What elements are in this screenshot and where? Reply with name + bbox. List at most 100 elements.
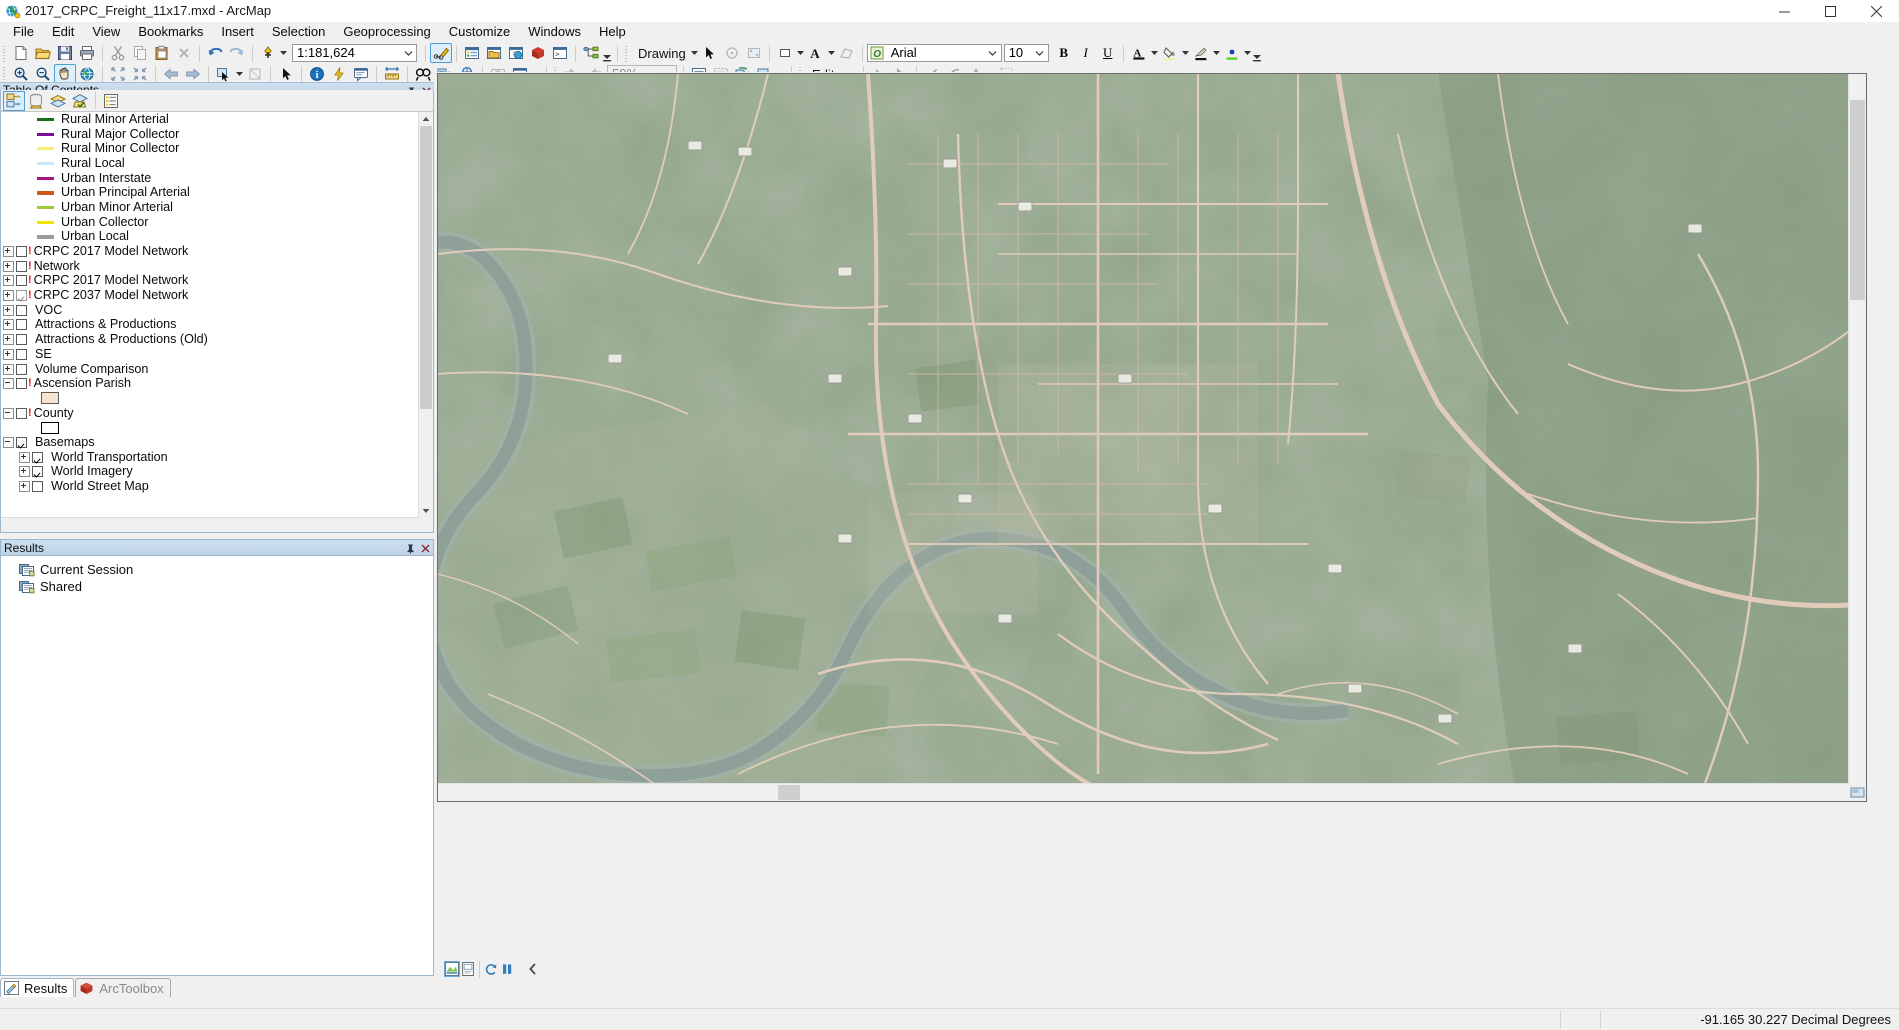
toc-layer-row[interactable]: SE bbox=[1, 347, 419, 362]
drawing-toolbar-grip[interactable] bbox=[623, 44, 630, 62]
toolbar-grip[interactable] bbox=[1, 44, 8, 62]
menu-bookmarks[interactable]: Bookmarks bbox=[129, 22, 212, 42]
select-elements-icon[interactable] bbox=[275, 64, 297, 84]
select-features-dropdown-icon[interactable] bbox=[235, 65, 244, 83]
modelbuilder-icon[interactable] bbox=[580, 43, 602, 63]
toc-layer-row[interactable]: Attractions & Productions (Old) bbox=[1, 332, 419, 347]
expand-icon[interactable] bbox=[3, 334, 14, 346]
toc-layer-row[interactable]: World Imagery bbox=[1, 465, 419, 480]
close-icon[interactable] bbox=[1853, 0, 1899, 22]
edit-vertices-icon[interactable] bbox=[743, 43, 765, 63]
redo-icon[interactable] bbox=[226, 43, 248, 63]
forward-extent-icon[interactable] bbox=[182, 64, 204, 84]
toc-layer-row[interactable]: World Transportation bbox=[1, 450, 419, 465]
toc-layer-row[interactable]: ! County bbox=[1, 406, 419, 421]
open-icon[interactable] bbox=[32, 43, 54, 63]
toc-layer-row[interactable]: Volume Comparison bbox=[1, 362, 419, 377]
toc-horizontal-scrollbar[interactable] bbox=[1, 517, 419, 532]
layer-visibility-checkbox[interactable] bbox=[16, 378, 27, 390]
toc-legend-item[interactable]: Urban Interstate bbox=[1, 171, 419, 186]
tools-toolbar-grip[interactable] bbox=[1, 65, 8, 83]
undo-icon[interactable] bbox=[204, 43, 226, 63]
measure-icon[interactable] bbox=[381, 64, 403, 84]
toc-vertical-scrollbar[interactable] bbox=[418, 112, 433, 518]
toc-layer-tree[interactable]: Rural Minor Arterial Rural Major Collecto… bbox=[1, 112, 419, 518]
catalog-icon[interactable] bbox=[483, 43, 505, 63]
expand-icon[interactable] bbox=[3, 348, 14, 360]
toc-layer-row[interactable]: Basemaps bbox=[1, 435, 419, 450]
paste-icon[interactable] bbox=[151, 43, 173, 63]
zoom-out-icon[interactable] bbox=[32, 64, 54, 84]
drawing-menu-label[interactable]: Drawing bbox=[632, 46, 690, 61]
fill-swatch-dropdown-icon[interactable] bbox=[1181, 44, 1190, 62]
minimize-icon[interactable] bbox=[1761, 0, 1807, 22]
toc-layer-row[interactable]: ! CRPC 2017 Model Network bbox=[1, 274, 419, 289]
overview-window-icon[interactable] bbox=[1849, 784, 1866, 801]
pause-drawing-icon[interactable] bbox=[499, 961, 515, 977]
line-swatch-dropdown-icon[interactable] bbox=[1212, 44, 1221, 62]
fill-color-dropdown-icon[interactable] bbox=[796, 44, 805, 62]
select-features-icon[interactable] bbox=[213, 64, 235, 84]
toc-layer-swatch-row[interactable] bbox=[1, 420, 419, 435]
toc-layer-row[interactable]: Attractions & Productions bbox=[1, 318, 419, 333]
menu-geoprocessing[interactable]: Geoprocessing bbox=[334, 22, 439, 42]
expand-icon[interactable] bbox=[3, 260, 14, 272]
map-hscroll-thumb[interactable] bbox=[778, 785, 800, 800]
font-color-dropdown-icon[interactable] bbox=[827, 44, 836, 62]
expand-icon[interactable] bbox=[3, 290, 14, 302]
add-data-dropdown-icon[interactable] bbox=[279, 44, 288, 62]
scroll-down-icon[interactable] bbox=[419, 504, 433, 518]
toc-legend-item[interactable]: Rural Minor Collector bbox=[1, 141, 419, 156]
layer-visibility-checkbox[interactable] bbox=[16, 407, 27, 419]
cut-icon[interactable] bbox=[107, 43, 129, 63]
tab-arctoolbox[interactable]: ArcToolbox bbox=[75, 978, 171, 997]
toc-legend-item[interactable]: Urban Collector bbox=[1, 215, 419, 230]
toc-layer-row[interactable]: VOC bbox=[1, 303, 419, 318]
fill-color-icon[interactable] bbox=[774, 43, 796, 63]
toc-legend-item[interactable]: Urban Principal Arterial bbox=[1, 185, 419, 200]
toc-legend-item[interactable]: Rural Minor Arterial bbox=[1, 112, 419, 127]
layer-visibility-checkbox[interactable] bbox=[16, 319, 27, 331]
underline-button[interactable]: U bbox=[1097, 43, 1119, 63]
python-window-icon[interactable]: > bbox=[549, 43, 571, 63]
collapse-panel-icon[interactable] bbox=[525, 961, 541, 977]
drawing-toolbar-overflow-icon[interactable] bbox=[1252, 44, 1263, 62]
fixed-zoom-out-icon[interactable] bbox=[129, 64, 151, 84]
close-icon[interactable] bbox=[419, 542, 431, 555]
results-item[interactable]: Shared bbox=[1, 578, 433, 595]
scroll-up-icon[interactable] bbox=[419, 112, 433, 126]
menu-view[interactable]: View bbox=[83, 22, 129, 42]
menu-edit[interactable]: Edit bbox=[43, 22, 83, 42]
toc-legend-item[interactable]: Rural Major Collector bbox=[1, 127, 419, 142]
maximize-icon[interactable] bbox=[1807, 0, 1853, 22]
layer-visibility-checkbox[interactable] bbox=[32, 451, 43, 463]
toc-layer-row[interactable]: World Street Map bbox=[1, 479, 419, 494]
new-map-icon[interactable] bbox=[10, 43, 32, 63]
list-by-source-icon[interactable] bbox=[25, 91, 47, 111]
rotate-icon[interactable] bbox=[721, 43, 743, 63]
layer-visibility-checkbox[interactable] bbox=[16, 334, 27, 346]
font-size-combo[interactable]: 10 bbox=[1003, 44, 1049, 62]
identify-icon[interactable]: i bbox=[306, 64, 328, 84]
map-vscroll-thumb[interactable] bbox=[1850, 100, 1865, 300]
hyperlink-icon[interactable] bbox=[328, 64, 350, 84]
font-family-combo[interactable]: O Arial bbox=[866, 44, 1002, 62]
toc-scroll-thumb[interactable] bbox=[420, 126, 432, 409]
save-icon[interactable] bbox=[54, 43, 76, 63]
layer-visibility-checkbox[interactable] bbox=[16, 348, 27, 360]
layer-visibility-checkbox[interactable] bbox=[32, 481, 43, 493]
editor-toolbar-icon[interactable] bbox=[430, 43, 452, 63]
copy-icon[interactable] bbox=[129, 43, 151, 63]
marker-swatch-dropdown-icon[interactable] bbox=[1243, 44, 1252, 62]
toc-layer-row[interactable]: ! CRPC 2037 Model Network bbox=[1, 288, 419, 303]
search-icon[interactable] bbox=[505, 43, 527, 63]
list-by-visibility-icon[interactable] bbox=[47, 91, 69, 111]
map-scale-combo[interactable]: 1:181,624 bbox=[292, 44, 417, 62]
menu-customize[interactable]: Customize bbox=[440, 22, 519, 42]
expand-icon[interactable] bbox=[3, 275, 14, 287]
toc-legend-item[interactable]: Rural Local bbox=[1, 156, 419, 171]
toc-layer-swatch-row[interactable] bbox=[1, 391, 419, 406]
fixed-zoom-in-icon[interactable] bbox=[107, 64, 129, 84]
menu-selection[interactable]: Selection bbox=[263, 22, 334, 42]
line-swatch-icon[interactable] bbox=[1190, 43, 1212, 63]
